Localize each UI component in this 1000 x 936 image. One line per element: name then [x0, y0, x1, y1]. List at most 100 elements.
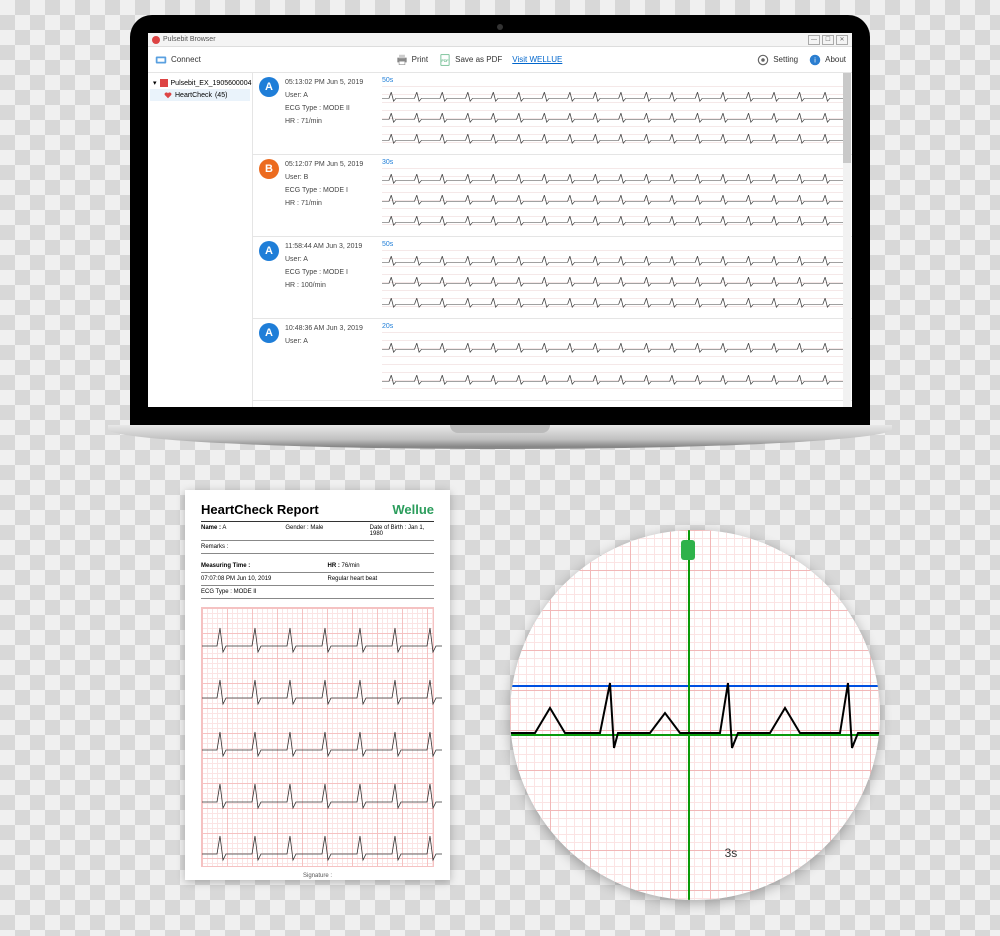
app-window: Pulsebit Browser — ☐ ✕ Connect [148, 33, 852, 407]
tree-device-item[interactable]: ▾ Pulsebit_EX_1905600004 [150, 77, 250, 89]
heartcheck-report: HeartCheck Report Wellue Name : A Gender… [185, 490, 450, 880]
toolbar: Connect Print PDF Save as PDF Visit WE [148, 47, 852, 73]
record-duration: 50s [382, 241, 846, 248]
user-badge: A [259, 241, 279, 261]
save-pdf-button[interactable]: PDF Save as PDF [438, 53, 502, 67]
window-titlebar: Pulsebit Browser — ☐ ✕ [148, 33, 852, 47]
record-timestamp: 05:12:07 PM Jun 5, 2019 [285, 161, 363, 168]
record-ecg_type: ECG Type : MODE I [285, 187, 363, 194]
connect-icon [154, 53, 168, 67]
heartcheck-count: (45) [215, 92, 227, 99]
record-item[interactable]: A 10:48:36 AM Jun 3, 2019 User: A 20s [253, 319, 852, 401]
scrollbar[interactable] [843, 73, 851, 407]
setting-label: Setting [773, 55, 798, 64]
save-pdf-label: Save as PDF [455, 55, 502, 64]
device-tree: ▾ Pulsebit_EX_1905600004 HeartCheck (45) [148, 73, 253, 407]
connect-button[interactable]: Connect [154, 53, 201, 67]
minimize-button[interactable]: — [808, 35, 820, 45]
info-icon: i [808, 53, 822, 67]
record-hr: HR : 71/min [285, 118, 363, 125]
record-meta: A 10:48:36 AM Jun 3, 2019 User: A [259, 323, 374, 396]
time-label: 3s [725, 846, 738, 860]
print-label: Print [412, 55, 428, 64]
report-row-remarks: Remarks : [201, 541, 434, 554]
record-list: A 05:13:02 PM Jun 5, 2019User: AECG Type … [253, 73, 852, 407]
record-item[interactable]: B 05:12:07 PM Jun 5, 2019User: BECG Type … [253, 155, 852, 237]
record-meta-lines: 05:13:02 PM Jun 5, 2019User: AECG Type :… [285, 77, 363, 150]
camera-dot [497, 24, 503, 30]
report-header: HeartCheck Report Wellue [201, 502, 434, 522]
record-item[interactable]: A 11:58:44 AM Jun 3, 2019 User: A ECG Type … [253, 237, 852, 319]
svg-text:PDF: PDF [442, 58, 449, 62]
gear-icon [756, 53, 770, 67]
setting-button[interactable]: Setting [756, 53, 798, 67]
heart-icon [164, 91, 172, 99]
report-ecg-trace-1 [202, 618, 442, 658]
signature-label: Signature : [201, 873, 434, 879]
tree-heartcheck-item[interactable]: HeartCheck (45) [150, 89, 250, 101]
ecg-trace [382, 90, 846, 104]
window-title: Pulsebit Browser [163, 36, 216, 43]
report-row-identity: Name : A Gender : Male Date of Birth : J… [201, 522, 434, 541]
ecg-trace [382, 373, 846, 387]
about-label: About [825, 55, 846, 64]
record-ecg_type: ECG Type : MODE I [285, 269, 362, 276]
main-area: ▾ Pulsebit_EX_1905600004 HeartCheck (45) [148, 73, 852, 407]
ecg-trace [382, 172, 846, 186]
record-ecg_type: ECG Type : MODE II [285, 105, 363, 112]
record-waveform: 50s [382, 241, 846, 314]
print-button[interactable]: Print [395, 53, 428, 67]
close-button[interactable]: ✕ [836, 35, 848, 45]
waveform-tracks [382, 168, 846, 232]
record-hr: HR : 100/min [285, 282, 362, 289]
record-meta: A 11:58:44 AM Jun 3, 2019 User: A ECG Type … [259, 241, 374, 314]
playhead-marker[interactable] [681, 540, 695, 560]
ecg-trace [382, 296, 846, 310]
visit-wellue-link[interactable]: Visit WELLUE [512, 55, 562, 64]
user-badge: A [259, 323, 279, 343]
report-row-ecgtype: ECG Type : MODE II [201, 586, 434, 599]
report-title: HeartCheck Report [201, 502, 319, 517]
ecg-trace [382, 111, 846, 125]
record-waveform: 30s [382, 159, 846, 232]
about-button[interactable]: i About [808, 53, 846, 67]
pdf-icon: PDF [438, 53, 452, 67]
magnifier-ecg-trace [510, 678, 880, 768]
maximize-button[interactable]: ☐ [822, 35, 834, 45]
record-meta-lines: 05:12:07 PM Jun 5, 2019User: BECG Type :… [285, 159, 363, 232]
record-user: User: A [285, 256, 362, 263]
record-waveform: 50s [382, 77, 846, 150]
ecg-trace [382, 193, 846, 207]
waveform-tracks [382, 86, 846, 150]
report-row-type: 07:07:08 PM Jun 10, 2019 Regular heart b… [201, 573, 434, 586]
laptop-notch [450, 425, 550, 433]
record-timestamp: 10:48:36 AM Jun 3, 2019 [285, 325, 363, 332]
chevron-down-icon: ▾ [153, 79, 157, 87]
brand-logo: Wellue [392, 502, 434, 517]
record-duration: 20s [382, 323, 846, 330]
record-timestamp: 11:58:44 AM Jun 3, 2019 [285, 243, 362, 250]
record-waveform: 20s [382, 323, 846, 396]
laptop-base [108, 425, 892, 449]
scroll-thumb[interactable] [843, 73, 851, 163]
report-ecg-trace-2 [202, 670, 442, 710]
record-meta-lines: 11:58:44 AM Jun 3, 2019 User: A ECG Type :… [285, 241, 362, 314]
ecg-trace [382, 275, 846, 289]
record-meta: A05:13:02 PM Jun 5, 2019User: AECG Type … [259, 77, 374, 150]
waveform-tracks [382, 332, 846, 396]
report-ecg-grid [201, 607, 434, 867]
heartcheck-label: HeartCheck [175, 92, 212, 99]
screen-bezel: Pulsebit Browser — ☐ ✕ Connect [130, 15, 870, 425]
record-item[interactable]: A05:13:02 PM Jun 5, 2019User: AECG Type … [253, 73, 852, 155]
device-icon [160, 79, 168, 87]
laptop-mockup: Pulsebit Browser — ☐ ✕ Connect [130, 15, 870, 470]
record-duration: 30s [382, 159, 846, 166]
printer-icon [395, 53, 409, 67]
report-ecg-trace-4 [202, 774, 442, 814]
report-row-measure: Measuring Time : HR : 76/min [201, 560, 434, 573]
record-meta-lines: 10:48:36 AM Jun 3, 2019 User: A [285, 323, 363, 396]
waveform-tracks [382, 250, 846, 314]
record-user: User: A [285, 338, 363, 345]
record-meta: B 05:12:07 PM Jun 5, 2019User: BECG Type … [259, 159, 374, 232]
user-badge: B [259, 159, 279, 179]
